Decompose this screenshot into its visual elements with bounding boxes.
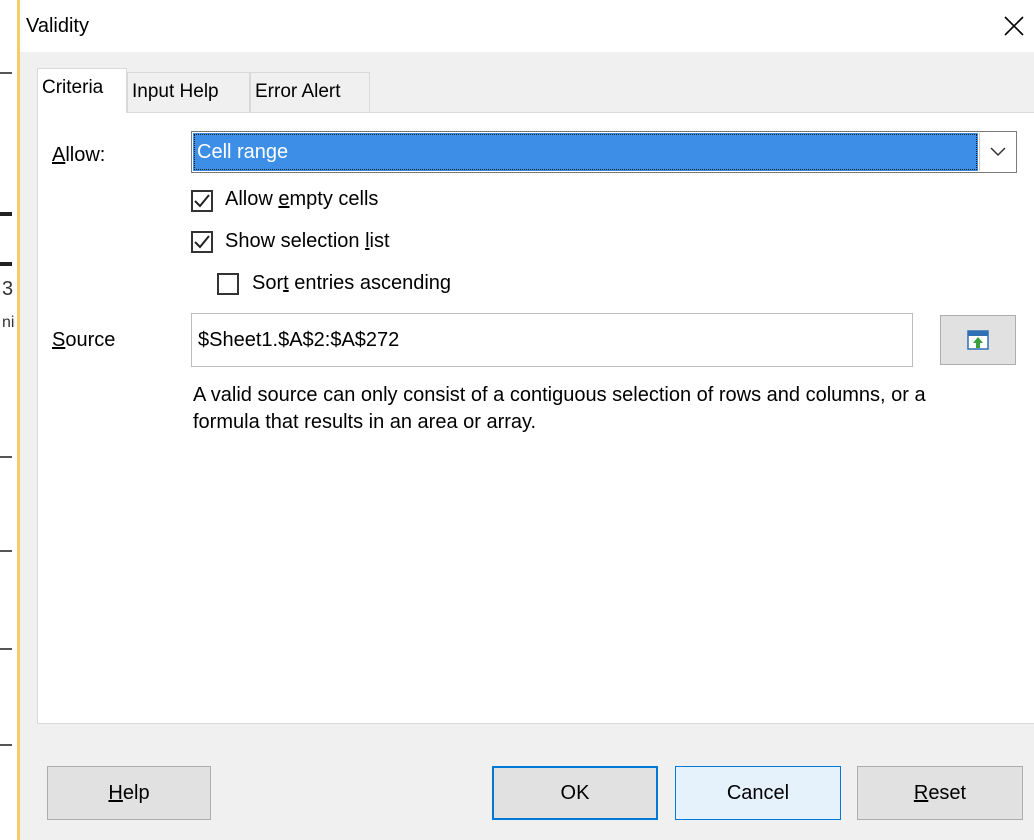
tab-label: Criteria <box>42 77 104 98</box>
allow-select-value: Cell range <box>193 133 978 171</box>
ok-button-label: OK <box>560 781 590 804</box>
sort-entries-ascending-checkbox[interactable] <box>217 273 239 295</box>
background-divider <box>0 456 12 458</box>
background-divider <box>0 72 12 74</box>
help-button-label: Help <box>108 781 150 804</box>
reset-button-label: Reset <box>913 781 967 804</box>
sort-entries-ascending-label[interactable]: Sort entries ascending <box>252 272 451 295</box>
allow-select[interactable]: Cell range <box>191 131 1017 173</box>
tab-label: Error Alert <box>255 81 341 102</box>
source-hint: A valid source can only consist of a con… <box>193 384 926 433</box>
cancel-button[interactable]: Cancel <box>675 766 841 820</box>
shrink-button[interactable] <box>940 315 1016 365</box>
cancel-button-label: Cancel <box>726 781 790 804</box>
allow-label: Allow: <box>52 144 106 166</box>
source-label: Source <box>52 329 116 351</box>
tab-error-alert[interactable]: Error Alert <box>250 72 370 112</box>
dialog-title: Validity <box>26 15 89 37</box>
background-divider <box>0 550 12 552</box>
checkmark-icon <box>194 194 210 208</box>
show-selection-list-checkbox[interactable] <box>191 231 213 253</box>
dropdown-button[interactable] <box>979 133 1015 171</box>
title-bar: Validity <box>20 0 1034 52</box>
close-button[interactable] <box>994 2 1034 50</box>
background-window-edge: 3 ni <box>0 0 18 840</box>
tab-label: Input Help <box>132 81 219 102</box>
chevron-down-icon <box>989 147 1006 157</box>
allow-empty-cells-label[interactable]: Allow empty cells <box>225 188 378 211</box>
tab-criteria[interactable]: Criteria <box>37 68 127 113</box>
background-text: 3 <box>2 278 14 300</box>
background-text: ni <box>2 314 15 331</box>
background-divider <box>0 648 12 650</box>
tab-input-help[interactable]: Input Help <box>127 72 250 112</box>
ok-button[interactable]: OK <box>492 766 658 820</box>
background-divider <box>0 744 12 746</box>
validity-dialog: Validity Criteria Input Help Error Alert… <box>17 0 1034 840</box>
show-selection-list-label[interactable]: Show selection list <box>225 230 390 253</box>
checkmark-icon <box>194 235 210 249</box>
close-icon <box>1004 16 1024 36</box>
help-button[interactable]: Help <box>47 766 211 820</box>
background-divider <box>0 212 12 216</box>
source-input[interactable]: $Sheet1.$A$2:$A$272 <box>191 313 913 367</box>
shrink-icon <box>967 330 989 350</box>
reset-button[interactable]: Reset <box>857 766 1023 820</box>
allow-empty-cells-checkbox[interactable] <box>191 190 213 212</box>
background-divider <box>0 262 12 266</box>
